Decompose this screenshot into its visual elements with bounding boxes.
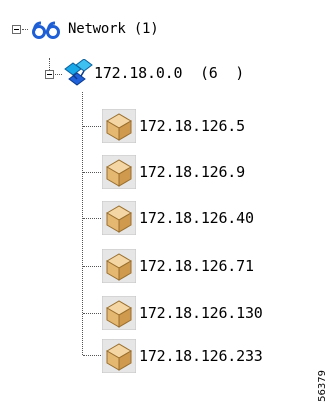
subnet-icon xyxy=(64,59,93,86)
host-label[interactable]: 172.18.126.5 xyxy=(139,117,245,135)
host-branch-line xyxy=(83,218,101,219)
host-label[interactable]: 172.18.126.71 xyxy=(139,257,254,275)
device-box-icon xyxy=(102,155,136,189)
subnet-collapse-toggle[interactable] xyxy=(45,70,54,79)
host-branch-line xyxy=(83,313,101,314)
figure-id-label: 56379 xyxy=(317,370,328,402)
host-branch-line xyxy=(83,126,101,127)
subnet-connector xyxy=(55,74,62,75)
host-label[interactable]: 172.18.126.40 xyxy=(139,209,254,227)
device-box-icon xyxy=(102,201,136,235)
device-box-icon xyxy=(102,339,136,373)
host-label[interactable]: 172.18.126.9 xyxy=(139,163,245,181)
binoculars-icon xyxy=(32,21,60,39)
device-box-icon xyxy=(102,296,136,330)
host-branch-line xyxy=(83,172,101,173)
root-child-connector xyxy=(49,58,50,70)
root-connector xyxy=(22,29,28,30)
root-collapse-toggle[interactable] xyxy=(12,25,21,34)
root-node-label[interactable]: Network (1) xyxy=(68,20,159,38)
device-box-icon xyxy=(102,249,136,283)
host-branch-line xyxy=(83,355,101,356)
hosts-trunk-line xyxy=(82,92,83,355)
subnet-node-label[interactable]: 172.18.0.0 (6 ) xyxy=(94,64,244,82)
host-label[interactable]: 172.18.126.130 xyxy=(139,304,263,322)
device-box-icon xyxy=(102,109,136,143)
network-tree: Network (1) 172.18.0.0 (6 ) 172.18.126.5 xyxy=(0,0,332,384)
host-branch-line xyxy=(83,266,101,267)
host-label[interactable]: 172.18.126.233 xyxy=(139,347,263,365)
